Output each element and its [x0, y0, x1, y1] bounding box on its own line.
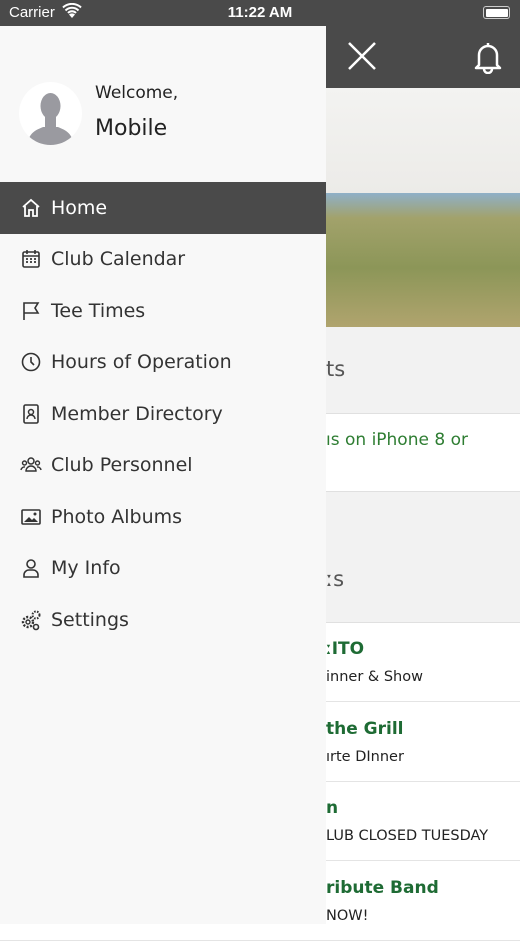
group-icon: [20, 457, 42, 472]
user-icon: [23, 559, 39, 579]
event-title: ribute Band: [326, 878, 439, 898]
clock: 11:22 AM: [227, 4, 293, 21]
welcome-label: Welcome,: [95, 83, 179, 103]
event-title: the Grill: [326, 719, 404, 739]
menu-item-tee-times[interactable]: Tee Times: [0, 285, 326, 337]
side-drawer: Welcome, Mobile Home Club Calendar Tee T…: [0, 26, 326, 924]
menu-item-club-personnel[interactable]: Club Personnel: [0, 440, 326, 492]
home-icon: [22, 198, 40, 217]
menu-item-settings[interactable]: Settings: [0, 594, 326, 646]
menu-item-photo-albums[interactable]: Photo Albums: [0, 491, 326, 543]
bell-icon[interactable]: [472, 40, 504, 74]
menu-item-label: Settings: [51, 608, 129, 631]
event-subtitle: inner & Show: [326, 669, 423, 685]
contacts-icon: [23, 403, 39, 424]
avatar[interactable]: [19, 82, 82, 145]
battery-icon: [483, 6, 510, 19]
menu-item-label: Hours of Operation: [51, 351, 232, 374]
menu-item-label: My Info: [51, 557, 121, 580]
event-subtitle: LUB CLOSED TUESDAY: [326, 828, 489, 844]
status-bar: Carrier 11:22 AM: [0, 0, 520, 26]
menu-item-label: Club Calendar: [51, 248, 186, 271]
event-subtitle: NOW!: [326, 908, 369, 924]
menu-item-home[interactable]: Home: [0, 182, 326, 234]
flag-icon: [23, 301, 40, 320]
event-subtitle: ırte DInner: [326, 749, 404, 765]
menu-item-label: Home: [51, 196, 108, 219]
menu-item-member-directory[interactable]: Member Directory: [0, 388, 326, 440]
username: Mobile: [95, 116, 168, 141]
event-title: n: [326, 798, 339, 818]
notice-text: ıs on iPhone 8 or: [326, 430, 468, 450]
clock-icon: [21, 352, 41, 372]
drawer-menu: Home Club Calendar Tee Times Hours of Op…: [0, 182, 326, 646]
gears-icon: [21, 610, 41, 631]
menu-item-club-calendar[interactable]: Club Calendar: [0, 234, 326, 286]
section-title: ts: [326, 357, 346, 381]
menu-item-my-info[interactable]: My Info: [0, 543, 326, 595]
close-icon[interactable]: [346, 40, 378, 72]
calendar-icon: [22, 250, 40, 269]
menu-item-label: Club Personnel: [51, 454, 193, 477]
photo-icon: [21, 508, 41, 525]
event-title: ːITO: [326, 639, 365, 659]
menu-item-label: Member Directory: [51, 402, 223, 425]
menu-item-hours[interactable]: Hours of Operation: [0, 337, 326, 389]
menu-item-label: Photo Albums: [51, 505, 183, 528]
user-silhouette-icon: [27, 93, 74, 145]
section-title: ːs: [326, 567, 345, 591]
menu-item-label: Tee Times: [51, 299, 146, 322]
